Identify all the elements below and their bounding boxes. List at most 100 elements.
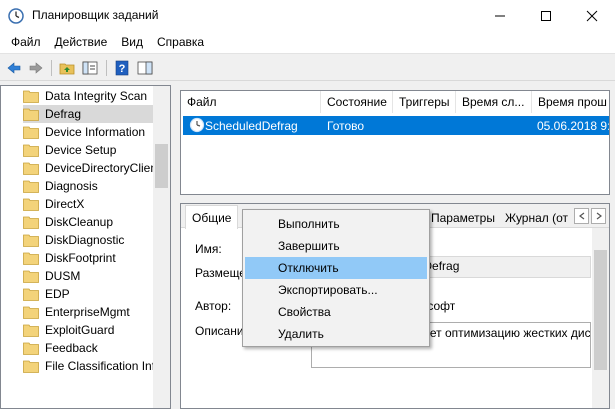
tree-item-device-setup[interactable]: Device Setup — [23, 141, 163, 159]
task-last-run: 05.06.2018 9:1 — [537, 118, 610, 133]
task-state: Готово — [327, 118, 365, 133]
task-library-tree: Data Integrity Scan Defrag Device Inform… — [0, 85, 171, 409]
table-row[interactable]: ScheduledDefrag Готово 05.06.2018 9:1 — [183, 116, 610, 135]
minimize-icon — [495, 15, 505, 16]
folder-icon — [23, 144, 39, 157]
tree-item-file-classification[interactable]: File Classification Inf — [23, 357, 163, 375]
folder-icon — [23, 180, 39, 193]
column-header-state[interactable]: Состояние — [321, 91, 393, 113]
folder-icon — [23, 360, 39, 373]
tree-item-data-integrity-scan[interactable]: Data Integrity Scan — [23, 87, 163, 105]
tab-history[interactable]: Журнал (от — [499, 207, 574, 228]
tree-item-label: File Classification Inf — [45, 359, 156, 373]
tree-item-diskfootprint[interactable]: DiskFootprint — [23, 249, 163, 267]
tree-item-device-information[interactable]: Device Information — [23, 123, 163, 141]
folder-icon — [23, 162, 39, 175]
back-button[interactable] — [4, 58, 24, 78]
tree-item-label: DeviceDirectoryClien — [45, 161, 158, 175]
context-menu-disable[interactable]: Отключить — [245, 257, 427, 279]
minimize-button[interactable] — [477, 0, 523, 31]
menu-help[interactable]: Справка — [150, 33, 211, 51]
tree-item-diagnosis[interactable]: Diagnosis — [23, 177, 163, 195]
folder-icon — [23, 108, 39, 121]
folder-icon — [23, 90, 39, 103]
tree-scrollbar[interactable] — [153, 86, 170, 408]
tree-item-label: DiskCleanup — [45, 215, 114, 229]
window-title: Планировщик заданий — [32, 8, 159, 22]
tab-general[interactable]: Общие — [185, 205, 239, 229]
folder-icon — [23, 270, 39, 283]
context-menu-delete[interactable]: Удалить — [245, 323, 427, 345]
maximize-icon — [541, 10, 551, 21]
tree-item-label: EnterpriseMgmt — [45, 305, 130, 319]
tab-scroll-right-button[interactable] — [591, 208, 606, 224]
title-bar: Планировщик заданий — [0, 0, 615, 31]
tree-item-edp[interactable]: EDP — [23, 285, 163, 303]
tree-item-diskdiagnostic[interactable]: DiskDiagnostic — [23, 231, 163, 249]
menu-file[interactable]: Файл — [4, 33, 48, 51]
context-menu-properties[interactable]: Свойства — [245, 301, 427, 323]
details-scrollbar[interactable] — [592, 228, 609, 408]
name-label: Имя: — [195, 242, 222, 256]
tree-item-label: Defrag — [45, 107, 82, 121]
forward-arrow-icon — [29, 62, 43, 74]
author-label: Автор: — [195, 299, 232, 313]
tree-item-label: Device Setup — [45, 143, 117, 157]
task-list-header: Файл Состояние Триггеры Время сл... Врем… — [181, 91, 609, 113]
tree-item-label: ExploitGuard — [45, 323, 115, 337]
help-icon: ? — [115, 60, 129, 76]
maximize-button[interactable] — [523, 0, 569, 31]
task-name: ScheduledDefrag — [205, 118, 298, 133]
folder-icon — [23, 252, 39, 265]
context-menu: Выполнить Завершить Отключить Экспортиро… — [242, 209, 430, 347]
toolbar-separator — [106, 60, 107, 76]
tree-item-label: Feedback — [45, 341, 98, 355]
details-scroll-thumb[interactable] — [594, 250, 607, 370]
task-icon — [189, 117, 205, 133]
tree-item-diskcleanup[interactable]: DiskCleanup — [23, 213, 163, 231]
folder-icon — [23, 288, 39, 301]
help-button[interactable]: ? — [112, 58, 132, 78]
column-header-last-run[interactable]: Время прош — [532, 91, 609, 113]
folder-icon — [23, 306, 39, 319]
tree-item-label: DiskFootprint — [45, 251, 116, 265]
column-header-triggers[interactable]: Триггеры — [393, 91, 456, 113]
tree-item-devicedirectoryclient[interactable]: DeviceDirectoryClien — [23, 159, 163, 177]
context-menu-end[interactable]: Завершить — [245, 235, 427, 257]
properties-pane-button[interactable] — [135, 58, 155, 78]
context-menu-export[interactable]: Экспортировать... — [245, 279, 427, 301]
tree-item-enterprisemgmt[interactable]: EnterpriseMgmt — [23, 303, 163, 321]
pane-icon — [137, 61, 153, 75]
folder-icon — [23, 126, 39, 139]
tab-settings[interactable]: Параметры — [425, 207, 501, 228]
toolbar: ? — [0, 53, 615, 81]
folder-icon — [23, 198, 39, 211]
tree-item-feedback[interactable]: Feedback — [23, 339, 163, 357]
toolbar-separator — [51, 60, 52, 76]
forward-button[interactable] — [26, 58, 46, 78]
clock-icon — [8, 8, 24, 24]
tree-item-label: Diagnosis — [45, 179, 98, 193]
console-tree-icon — [82, 61, 98, 75]
tree-item-label: Device Information — [45, 125, 146, 139]
close-icon — [586, 10, 598, 21]
menu-action[interactable]: Действие — [48, 33, 115, 51]
tree-item-label: DiskDiagnostic — [45, 233, 125, 247]
tree-item-dusm[interactable]: DUSM — [23, 267, 163, 285]
tree-item-defrag[interactable]: Defrag — [23, 105, 163, 123]
show-hide-tree-button[interactable] — [80, 58, 100, 78]
folder-up-icon — [59, 63, 75, 75]
menu-bar: Файл Действие Вид Справка — [0, 31, 615, 53]
up-folder-button[interactable] — [57, 58, 77, 78]
svg-text:?: ? — [119, 63, 126, 75]
tree-scroll-thumb[interactable] — [155, 144, 168, 188]
context-menu-run[interactable]: Выполнить — [245, 213, 427, 235]
menu-view[interactable]: Вид — [114, 33, 150, 51]
column-header-file[interactable]: Файл — [181, 91, 321, 113]
tab-scroll-left-button[interactable] — [574, 208, 589, 224]
task-list: Файл Состояние Триггеры Время сл... Врем… — [180, 90, 610, 195]
tree-item-directx[interactable]: DirectX — [23, 195, 163, 213]
column-header-next-run[interactable]: Время сл... — [456, 91, 532, 113]
tree-item-exploitguard[interactable]: ExploitGuard — [23, 321, 163, 339]
close-button[interactable] — [569, 0, 615, 31]
